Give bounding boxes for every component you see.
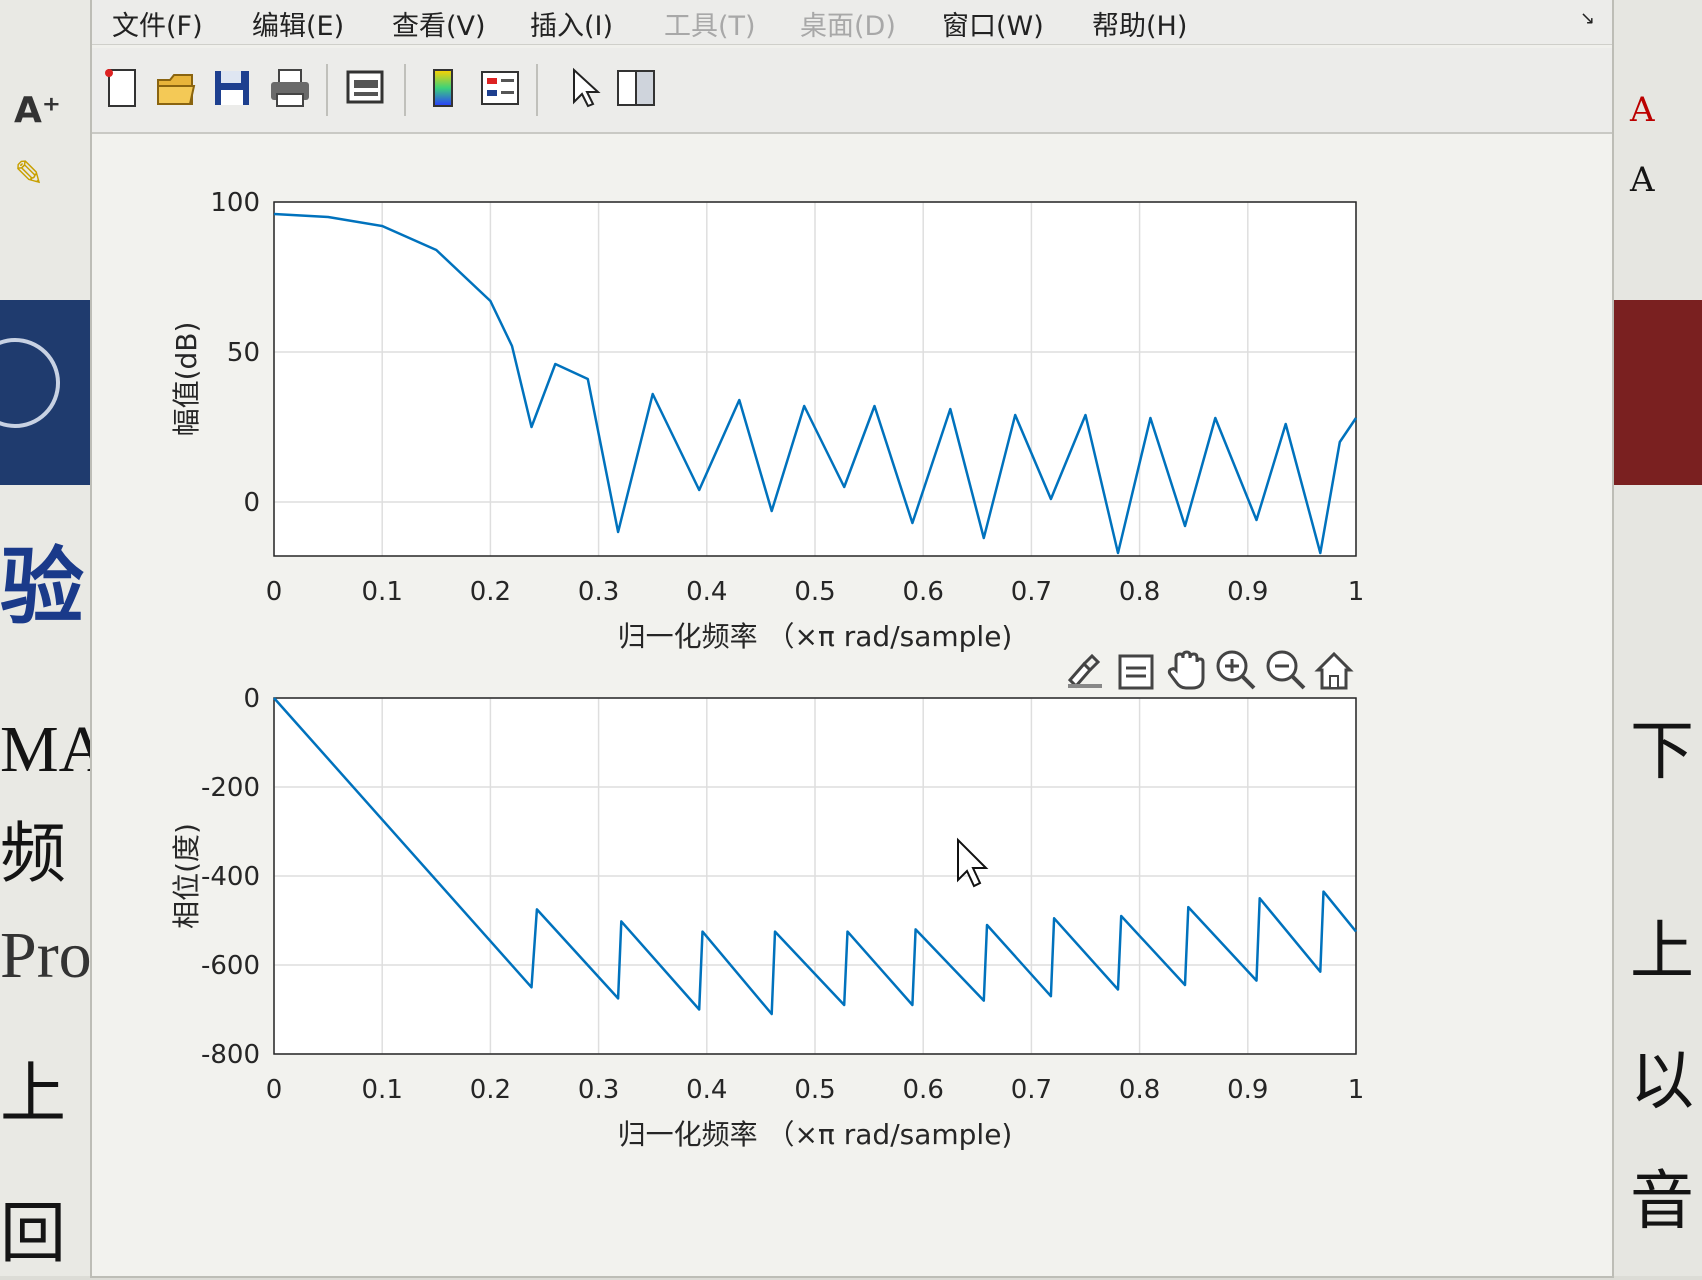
x-tick-label: 0.2 (470, 577, 511, 607)
bg-right-line-1: 上 (1630, 915, 1694, 989)
y-axis-label: 相位(度) (170, 823, 203, 929)
x-tick-label: 0.8 (1119, 577, 1160, 607)
dock-figure-icon[interactable]: ↘ (1580, 8, 1595, 29)
background-banner (0, 300, 100, 485)
y-tick-label: 0 (243, 684, 260, 714)
x-tick-label: 0 (266, 1075, 283, 1105)
char-shading-icon: A (1630, 160, 1655, 200)
background-tools: A⁺ ✎ (14, 90, 84, 270)
x-tick-label: 1 (1348, 577, 1365, 607)
print-icon[interactable] (268, 66, 312, 110)
menu-bar: 文件(F) 编辑(E) 查看(V) 插入(I) 工具(T) 桌面(D) 窗口(W) 帮助(H)… (92, 0, 1612, 45)
bg-right-line-2: 以 (1630, 1045, 1694, 1119)
highlight-icon: ✎ (14, 154, 45, 195)
x-tick-label: 0 (266, 577, 283, 607)
menu-item-3[interactable]: 插入(I) (530, 4, 613, 43)
figure-canvas: 0 0.1 0.2 0.3 0.4 0.5 0.6 0.7 0.8 0.9 1 100 50 0 归一化频率… (92, 134, 1612, 1276)
axes-toolbar (1067, 650, 1354, 690)
axes-1[interactable]: 0 0.1 0.2 0.3 0.4 0.5 0.6 0.7 0.8 0.9 1 0 -200 -400 -6… (170, 684, 1364, 1151)
toolbar-separator (326, 64, 328, 116)
brush-icon[interactable] (1067, 653, 1102, 689)
x-tick-label: 0.7 (1011, 577, 1052, 607)
font-color-icon: A (1630, 90, 1655, 130)
data-tips-icon[interactable] (1118, 654, 1154, 690)
x-tick-label: 0.6 (903, 1075, 944, 1105)
menu-item-5[interactable]: 桌面(D) (800, 4, 896, 43)
y-tick-label: -800 (201, 1040, 260, 1070)
menu-item-0[interactable]: 文件(F) (112, 4, 203, 43)
bg-right-line-3: 音 (1630, 1165, 1694, 1239)
bg-left-line-0: 验 (0, 542, 85, 635)
university-seal-icon (0, 338, 60, 428)
x-tick-label: 0.2 (470, 1075, 511, 1105)
x-tick-label: 0.5 (794, 577, 835, 607)
restore-view-icon[interactable] (1314, 651, 1354, 690)
pan-icon[interactable] (1167, 650, 1205, 690)
font-grow-icon: A⁺ (14, 90, 61, 131)
bg-left-line-5: 回 (0, 1198, 66, 1271)
save-icon[interactable] (210, 66, 254, 110)
x-tick-label: 0.4 (686, 577, 727, 607)
figure-window: 文件(F) 编辑(E) 查看(V) 插入(I) 工具(T) 桌面(D) 窗口(W) 帮助(H)… (92, 0, 1612, 1276)
x-axis-label: 归一化频率 （×π rad/sample) (618, 620, 1013, 653)
x-tick-label: 0.8 (1119, 1075, 1160, 1105)
y-axis-label: 幅值(dB) (170, 322, 203, 437)
edit-plot-icon[interactable] (562, 66, 606, 110)
x-tick-label: 0.3 (578, 1075, 619, 1105)
x-tick-label: 0.1 (362, 1075, 403, 1105)
menu-item-4[interactable]: 工具(T) (664, 4, 756, 43)
x-tick-label: 0.6 (903, 577, 944, 607)
zoom-out-icon[interactable] (1266, 650, 1306, 690)
bg-right-line-0: 下 (1630, 715, 1694, 789)
y-tick-label: -200 (201, 773, 260, 803)
y-tick-label: -400 (201, 862, 260, 892)
toolbar-separator (404, 64, 406, 116)
x-axis-label: 归一化频率 （×π rad/sample) (618, 1118, 1013, 1151)
x-tick-label: 1 (1348, 1075, 1365, 1105)
x-tick-label: 0.7 (1011, 1075, 1052, 1105)
show-plot-tools-icon[interactable] (614, 66, 658, 110)
menu-item-7[interactable]: 帮助(H) (1092, 4, 1187, 43)
x-tick-label: 0.1 (362, 577, 403, 607)
open-file-icon[interactable] (154, 66, 198, 110)
y-tick-label: -600 (201, 951, 260, 981)
new-figure-icon[interactable] (100, 66, 144, 110)
x-tick-label: 0.9 (1227, 577, 1268, 607)
insert-legend-icon[interactable] (478, 66, 522, 110)
bg-left-line-4: 上 (0, 1058, 66, 1131)
zoom-in-icon[interactable] (1216, 650, 1256, 690)
background-banner-right (1612, 300, 1702, 485)
axes-0[interactable]: 0 0.1 0.2 0.3 0.4 0.5 0.6 0.7 0.8 0.9 1 100 50 0 归一化频率… (170, 188, 1364, 653)
insert-colorbar-icon[interactable] (422, 66, 466, 110)
y-tick-label: 0 (243, 488, 260, 518)
plot-area: 0 0.1 0.2 0.3 0.4 0.5 0.6 0.7 0.8 0.9 1100500归一化频率… (170, 188, 1364, 1151)
menu-item-6[interactable]: 窗口(W) (942, 4, 1044, 43)
y-tick-label: 50 (227, 338, 260, 368)
print-preview-icon[interactable] (344, 66, 388, 110)
bg-left-line-3: Pro (0, 919, 92, 992)
x-tick-label: 0.4 (686, 1075, 727, 1105)
figure-toolbar (92, 48, 1612, 134)
x-tick-label: 0.5 (794, 1075, 835, 1105)
y-tick-label: 100 (210, 188, 260, 218)
menu-item-1[interactable]: 编辑(E) (252, 4, 344, 43)
x-tick-label: 0.9 (1227, 1075, 1268, 1105)
bg-left-line-2: 频 (0, 818, 66, 891)
x-tick-label: 0.3 (578, 577, 619, 607)
toolbar-separator (536, 64, 538, 116)
menu-item-2[interactable]: 查看(V) (392, 4, 486, 43)
